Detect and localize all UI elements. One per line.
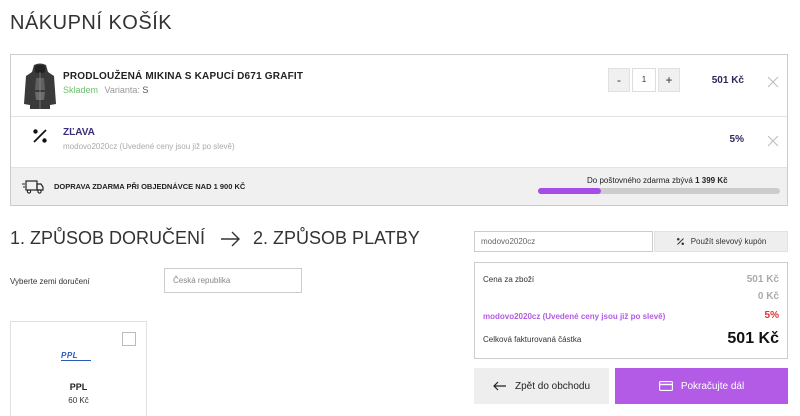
continue-button-label: Pokračujte dál bbox=[680, 380, 745, 392]
order-summary: Cena za zboží 501 Kč 0 Kč modovo2020cz (… bbox=[474, 262, 788, 359]
free-shipping-label: Do poštovného zdarma zbývá bbox=[587, 176, 693, 185]
discount-note: modovo2020cz (Uvedené ceny jsou již po s… bbox=[63, 142, 235, 151]
remove-discount-icon[interactable] bbox=[767, 135, 779, 147]
truck-icon bbox=[22, 180, 44, 194]
carrier-checkbox[interactable] bbox=[122, 332, 136, 346]
qty-input[interactable]: 1 bbox=[632, 68, 656, 92]
goods-price-label: Cena za zboží bbox=[483, 275, 535, 284]
product-meta: Skladem Varianta: S bbox=[63, 85, 148, 95]
arrow-left-icon bbox=[493, 381, 506, 391]
carrier-price: 60 Kč bbox=[68, 396, 89, 405]
product-image[interactable] bbox=[23, 62, 57, 110]
summary-discount-label: modovo2020cz (Uvedené ceny jsou již po s… bbox=[483, 312, 666, 321]
step-payment[interactable]: 2. ZPŮSOB PLATBY bbox=[253, 228, 420, 249]
discount-row: ZĽAVA modovo2020cz (Uvedené ceny jsou ji… bbox=[11, 117, 787, 167]
free-shipping-progress bbox=[538, 188, 780, 194]
summary-discount-value: 5% bbox=[764, 310, 779, 321]
product-name[interactable]: PRODLOUŽENÁ MIKINA S KAPUCÍ D671 GRAFIT bbox=[63, 71, 303, 82]
discount-value: 5% bbox=[729, 134, 744, 145]
step-delivery[interactable]: 1. ZPŮSOB DORUČENÍ bbox=[10, 228, 205, 249]
cart-table: PRODLOUŽENÁ MIKINA S KAPUCÍ D671 GRAFIT … bbox=[10, 54, 788, 206]
ppl-logo: PPL bbox=[61, 351, 79, 360]
qty-increase-button[interactable]: + bbox=[658, 68, 680, 92]
qty-decrease-button[interactable]: - bbox=[608, 68, 630, 92]
total-value: 501 Kč bbox=[727, 330, 779, 347]
apply-coupon-button[interactable]: Použít slevový kupón bbox=[654, 231, 788, 252]
country-input[interactable]: Česká republika bbox=[164, 268, 302, 293]
shipping-price-value: 0 Kč bbox=[757, 291, 779, 302]
ppl-logo-underline bbox=[61, 360, 91, 361]
checkout-steps: 1. ZPŮSOB DORUČENÍ 2. ZPŮSOB PLATBY bbox=[10, 228, 420, 249]
carrier-option-ppl[interactable]: PPL PPL 60 Kč bbox=[10, 321, 147, 416]
quantity-stepper: - 1 + bbox=[608, 68, 680, 92]
back-to-shop-button[interactable]: Zpět do obchodu bbox=[474, 368, 609, 404]
goods-price-value: 501 Kč bbox=[746, 274, 779, 285]
free-shipping-text: DOPRAVA ZDARMA PŘI OBJEDNÁVCE NAD 1 900 … bbox=[54, 182, 246, 191]
country-label: Vyberte zemi doručení bbox=[10, 277, 90, 286]
free-shipping-amount: 1 399 Kč bbox=[695, 176, 728, 185]
cart-item-row: PRODLOUŽENÁ MIKINA S KAPUCÍ D671 GRAFIT … bbox=[11, 55, 787, 117]
back-button-label: Zpět do obchodu bbox=[514, 380, 591, 392]
percent-icon bbox=[33, 129, 47, 143]
apply-coupon-label: Použít slevový kupón bbox=[690, 237, 767, 246]
variant-value: S bbox=[142, 85, 149, 95]
page-title: NÁKUPNÍ KOŠÍK bbox=[10, 12, 173, 34]
free-shipping-progress-fill bbox=[538, 188, 601, 194]
discount-name: ZĽAVA bbox=[63, 127, 95, 138]
percent-icon bbox=[676, 238, 684, 245]
remove-item-icon[interactable] bbox=[767, 76, 779, 88]
total-label: Celková fakturovaná částka bbox=[483, 335, 582, 344]
credit-card-icon bbox=[658, 381, 673, 391]
arrow-right-icon bbox=[221, 231, 241, 246]
product-price: 501 Kč bbox=[711, 75, 744, 86]
stock-status: Skladem bbox=[63, 85, 99, 95]
free-shipping-bar: DOPRAVA ZDARMA PŘI OBJEDNÁVCE NAD 1 900 … bbox=[11, 167, 787, 205]
coupon-input[interactable]: modovo2020cz bbox=[474, 231, 653, 252]
carrier-name: PPL bbox=[69, 382, 88, 392]
continue-button[interactable]: Pokračujte dál bbox=[615, 368, 788, 404]
variant-label: Varianta: bbox=[104, 85, 140, 95]
free-shipping-remaining: Do poštovného zdarma zbývá 1 399 Kč bbox=[587, 176, 728, 185]
